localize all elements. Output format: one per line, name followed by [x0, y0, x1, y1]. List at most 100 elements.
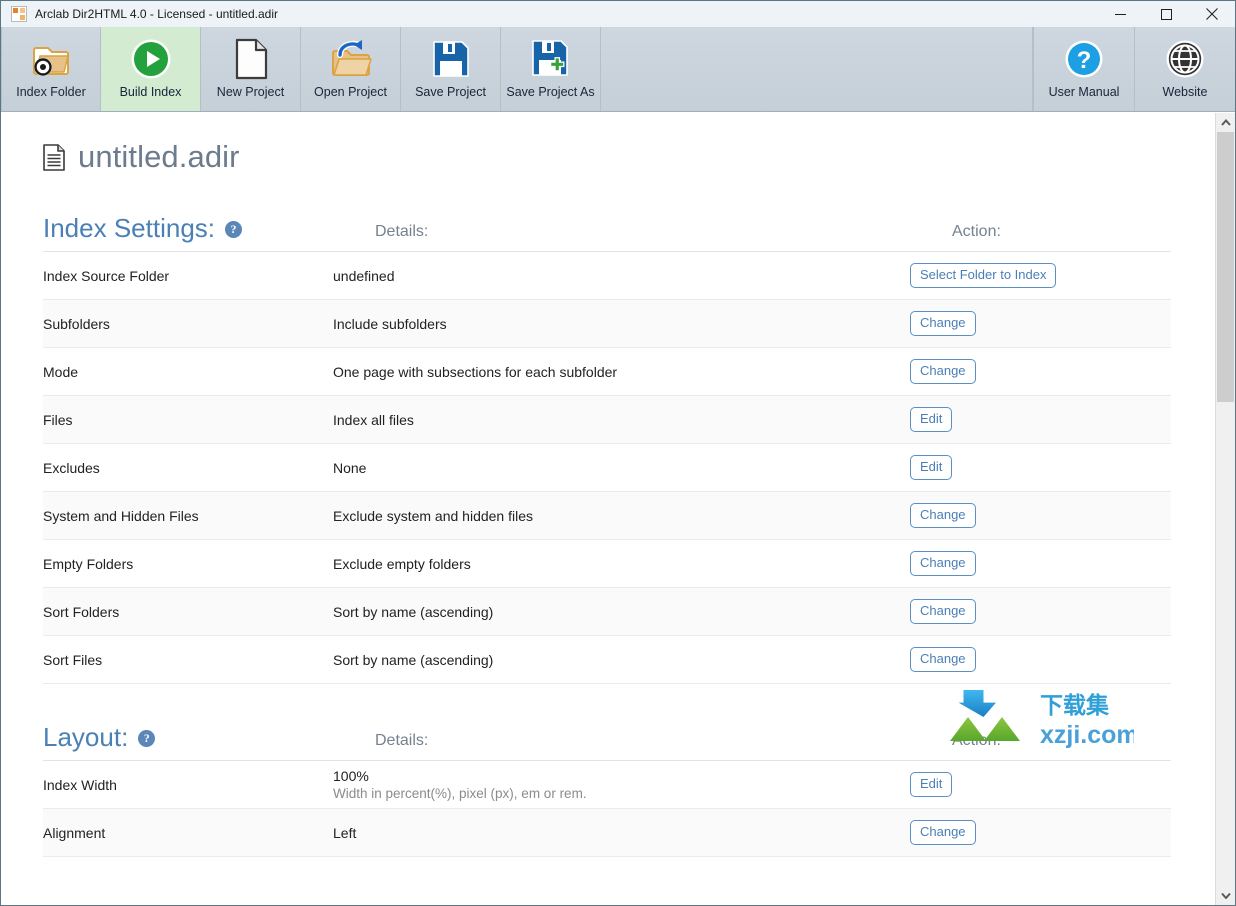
row-detail-value: 100%	[333, 768, 369, 784]
toolbar-button-new-project[interactable]: New Project	[201, 27, 301, 111]
toolbar-label: Save Project As	[506, 85, 595, 99]
change-button[interactable]: Change	[910, 502, 976, 529]
app-window: Arclab Dir2HTML 4.0 - Licensed - untitle…	[0, 0, 1236, 906]
table-row: Files Index all files Edit	[43, 395, 1171, 444]
change-button[interactable]: Change	[910, 598, 976, 625]
row-label: Alignment	[43, 808, 333, 857]
arclab-app-icon	[11, 6, 27, 22]
chevron-down-icon[interactable]	[1216, 886, 1235, 905]
maximize-button[interactable]	[1143, 1, 1189, 27]
help-icon[interactable]: ?	[225, 221, 242, 238]
scrollbar-thumb[interactable]	[1217, 132, 1234, 402]
edit-button[interactable]: Edit	[910, 771, 953, 798]
section-header-index-settings: Index Settings: ? Details: Action:	[43, 215, 1171, 241]
table-row: Excludes None Edit	[43, 443, 1171, 492]
toolbar-button-user-manual[interactable]: ? User Manual	[1033, 27, 1134, 111]
table-row: Subfolders Include subfolders Change	[43, 299, 1171, 348]
row-action: Change	[910, 299, 1171, 348]
toolbar-label: User Manual	[1048, 85, 1120, 99]
main-toolbar: Index Folder Build Index New Project Ope…	[1, 27, 1235, 112]
table-row: Empty Folders Exclude empty folders Chan…	[43, 539, 1171, 588]
toolbar-button-index-folder[interactable]: Index Folder	[1, 27, 101, 111]
toolbar-button-save-project[interactable]: Save Project	[401, 27, 501, 111]
scrollbar-track[interactable]	[1216, 132, 1235, 886]
row-label: Excludes	[43, 443, 333, 492]
table-row: System and Hidden Files Exclude system a…	[43, 491, 1171, 540]
row-detail: Sort by name (ascending)	[333, 635, 910, 684]
row-detail: Include subfolders	[333, 299, 910, 348]
section-header-layout: Layout: ? Details: Action:	[43, 724, 1171, 750]
question-circle-icon: ?	[1064, 37, 1104, 81]
window-controls	[1097, 1, 1235, 27]
chevron-up-icon[interactable]	[1216, 113, 1235, 132]
change-button[interactable]: Change	[910, 550, 976, 577]
change-button[interactable]: Change	[910, 646, 976, 673]
row-action: Edit	[910, 443, 1171, 492]
column-header-details: Details:	[375, 732, 429, 749]
title-bar: Arclab Dir2HTML 4.0 - Licensed - untitle…	[1, 1, 1235, 27]
table-row: Mode One page with subsections for each …	[43, 347, 1171, 396]
play-circle-icon	[130, 37, 172, 81]
change-button[interactable]: Change	[910, 819, 976, 846]
row-detail: 100% Width in percent(%), pixel (px), em…	[333, 760, 910, 809]
content-area: untitled.adir Index Settings: ? Details:…	[1, 112, 1235, 905]
select-folder-to-index-button[interactable]: Select Folder to Index	[910, 262, 1057, 289]
help-icon[interactable]: ?	[138, 730, 156, 747]
toolbar-right-group: ? User Manual Website	[1033, 27, 1235, 111]
row-detail: Exclude system and hidden files	[333, 491, 910, 540]
row-detail: None	[333, 443, 910, 492]
close-button[interactable]	[1189, 1, 1235, 27]
row-label: Sort Folders	[43, 587, 333, 636]
row-detail: Left	[333, 808, 910, 857]
row-label: Index Width	[43, 760, 333, 809]
section-title: Index Settings:	[43, 213, 215, 243]
row-action: Edit	[910, 760, 1171, 809]
table-row: Index Width 100% Width in percent(%), pi…	[43, 760, 1171, 809]
toolbar-button-build-index[interactable]: Build Index	[101, 27, 201, 111]
svg-text:?: ?	[1077, 47, 1092, 74]
row-label: Empty Folders	[43, 539, 333, 588]
folder-target-icon	[30, 37, 72, 81]
row-label: Subfolders	[43, 299, 333, 348]
toolbar-label: Index Folder	[16, 85, 86, 99]
row-detail: Exclude empty folders	[333, 539, 910, 588]
toolbar-label: New Project	[216, 85, 285, 99]
index-settings-table: Index Source Folder undefined Select Fol…	[43, 251, 1171, 684]
row-action: Change	[910, 587, 1171, 636]
toolbar-spacer	[601, 27, 1033, 111]
globe-icon	[1165, 37, 1205, 81]
column-header-action: Action:	[952, 223, 1001, 240]
edit-button[interactable]: Edit	[910, 454, 953, 481]
vertical-scrollbar[interactable]	[1215, 113, 1235, 905]
document-lines-icon	[43, 143, 65, 171]
change-button[interactable]: Change	[910, 310, 976, 337]
toolbar-label: Open Project	[314, 85, 387, 99]
row-label: System and Hidden Files	[43, 491, 333, 540]
row-detail-hint: Width in percent(%), pixel (px), em or r…	[333, 786, 587, 801]
edit-button[interactable]: Edit	[910, 406, 953, 433]
row-action: Edit	[910, 395, 1171, 444]
toolbar-button-save-project-as[interactable]: Save Project As	[501, 27, 601, 111]
page-icon	[234, 37, 268, 81]
toolbar-button-website[interactable]: Website	[1134, 27, 1235, 111]
minimize-button[interactable]	[1097, 1, 1143, 27]
floppy-disk-plus-icon	[531, 37, 571, 81]
row-label: Index Source Folder	[43, 251, 333, 300]
window-title: Arclab Dir2HTML 4.0 - Licensed - untitle…	[35, 7, 278, 21]
column-header-action: Action:	[952, 732, 1001, 749]
row-label: Mode	[43, 347, 333, 396]
row-action: Change	[910, 539, 1171, 588]
change-button[interactable]: Change	[910, 358, 976, 385]
layout-settings-table: Index Width 100% Width in percent(%), pi…	[43, 760, 1171, 857]
settings-page: untitled.adir Index Settings: ? Details:…	[1, 113, 1215, 905]
toolbar-button-open-project[interactable]: Open Project	[301, 27, 401, 111]
page-title: untitled.adir	[43, 139, 1171, 175]
watermark-cn-text: 下载集	[1040, 692, 1110, 718]
row-detail: One page with subsections for each subfo…	[333, 347, 910, 396]
floppy-disk-icon	[432, 37, 470, 81]
row-action: Select Folder to Index	[910, 251, 1171, 300]
row-action: Change	[910, 491, 1171, 540]
table-row: Sort Folders Sort by name (ascending) Ch…	[43, 587, 1171, 636]
row-label: Sort Files	[43, 635, 333, 684]
open-folder-arrow-icon	[329, 37, 373, 81]
